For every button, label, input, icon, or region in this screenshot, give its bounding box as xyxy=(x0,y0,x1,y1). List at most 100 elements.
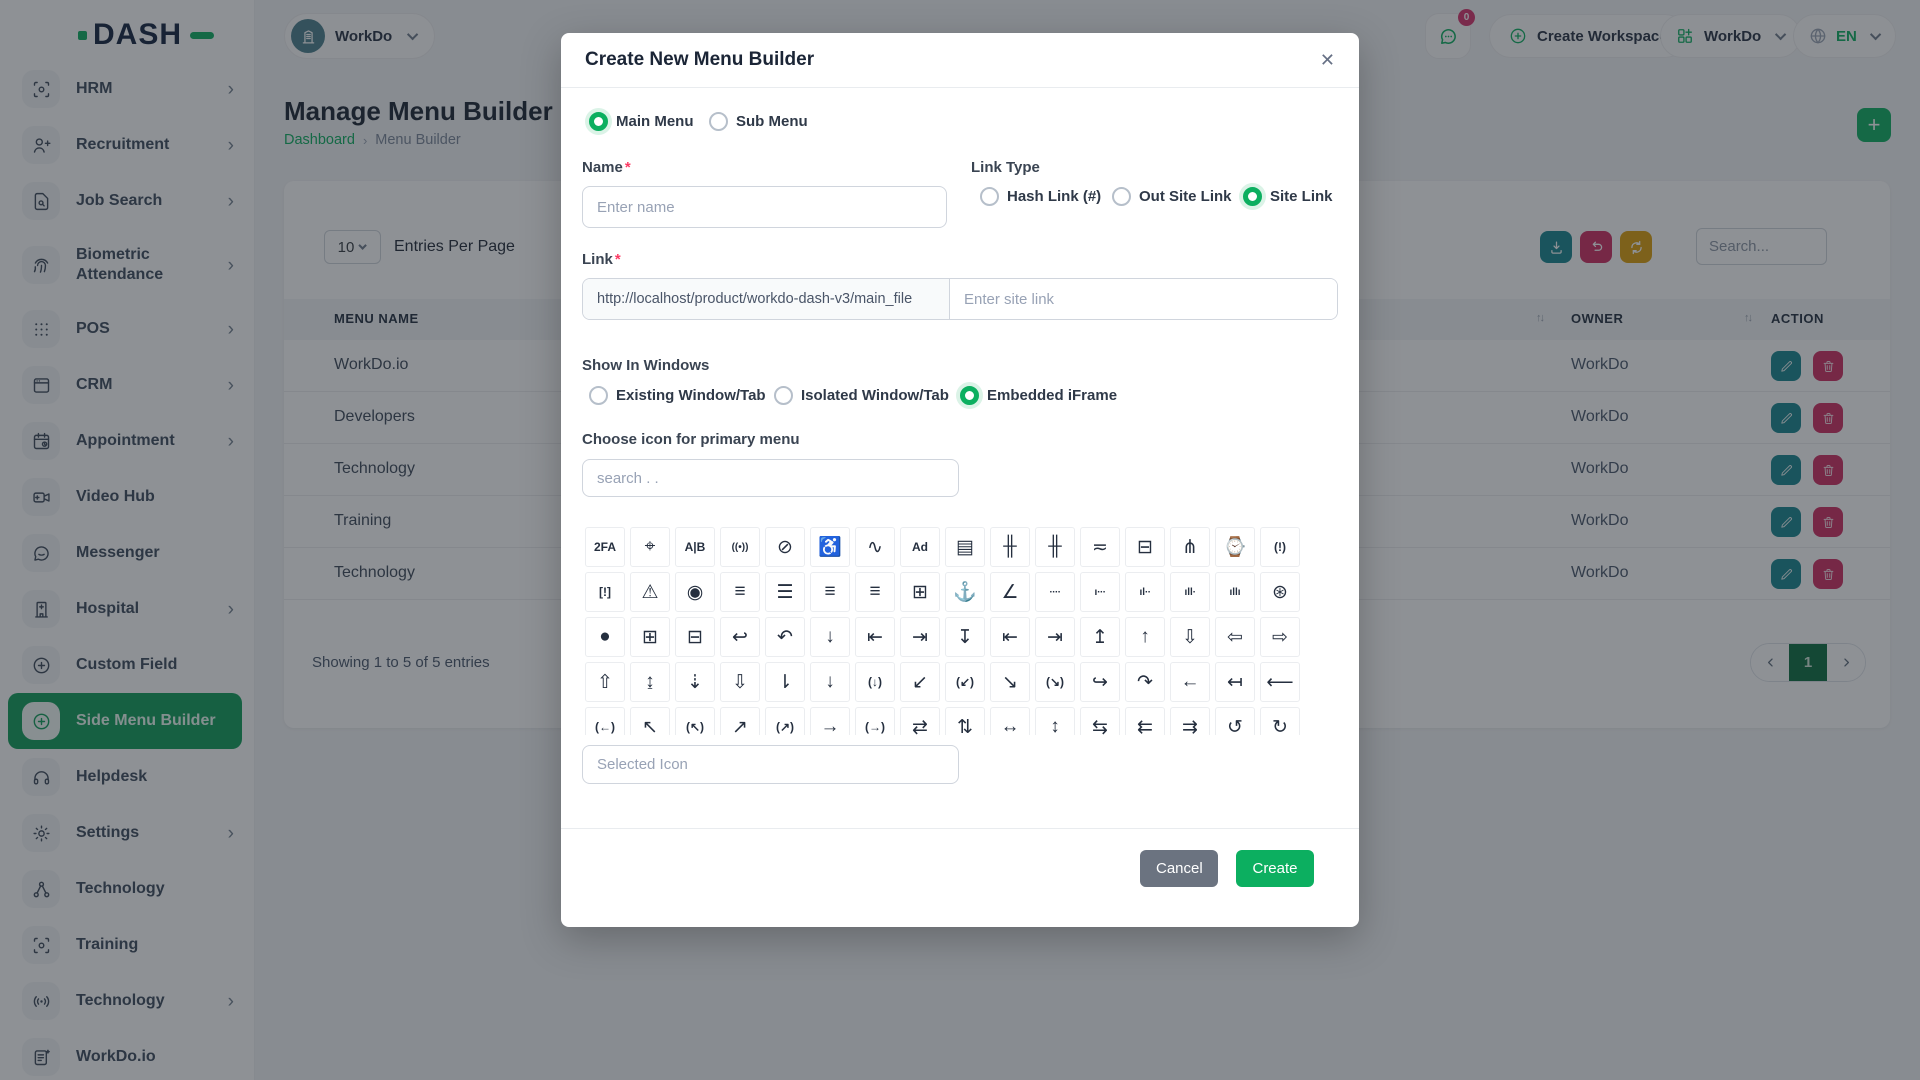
icon-arrow-bottom-square[interactable]: ⇩ xyxy=(720,662,760,702)
icon-affiliate[interactable]: ⋔ xyxy=(1170,527,1210,567)
icon-ad-2[interactable]: ▤ xyxy=(945,527,985,567)
radio-site-link[interactable]: Site Link xyxy=(1243,187,1333,206)
radio-button-icon[interactable] xyxy=(589,386,608,405)
icon-arrow-back-up[interactable]: ↶ xyxy=(765,617,805,657)
icon-align-left[interactable]: ≡ xyxy=(810,572,850,612)
radio-embedded-iframe[interactable]: Embedded iFrame xyxy=(960,386,1117,405)
icon-arrows-exchange-2[interactable]: ⇅ xyxy=(945,707,985,735)
icon-arrows-right[interactable]: ⇉ xyxy=(1170,707,1210,735)
icon-arrow-up-right-circle[interactable]: (↗) xyxy=(765,707,805,735)
icon-search-input[interactable] xyxy=(582,459,959,497)
icon-arrow-bar-right[interactable]: ⇥ xyxy=(900,617,940,657)
icon-antenna-bars-3[interactable]: ıl∙∙ xyxy=(1125,572,1165,612)
icon-alien[interactable]: ◉ xyxy=(675,572,715,612)
radio-out-site-link[interactable]: Out Site Link xyxy=(1112,187,1232,206)
icon-access-point[interactable]: ((•)) xyxy=(720,527,760,567)
icon-antenna-bars-2[interactable]: ı∙∙∙ xyxy=(1080,572,1120,612)
icon-arrow-bar-down[interactable]: ↓ xyxy=(810,617,850,657)
radio-button-icon[interactable] xyxy=(1243,187,1262,206)
icon-arrow-right[interactable]: → xyxy=(810,707,850,735)
icon-alarm[interactable]: ⌚ xyxy=(1215,527,1255,567)
icon-arrow-bar-left[interactable]: ⇤ xyxy=(855,617,895,657)
icon-arrow-left[interactable]: ← xyxy=(1170,662,1210,702)
icon-arrow-down-left[interactable]: ↙ xyxy=(900,662,940,702)
icon-arrows-left-right[interactable]: ⇆ xyxy=(1080,707,1120,735)
icon-angle[interactable]: ∠ xyxy=(990,572,1030,612)
icon-arrow-big-up[interactable]: ⇧ xyxy=(585,662,625,702)
radio-main-menu[interactable]: Main Menu xyxy=(589,112,694,131)
icon-arrow-down-left-circle[interactable]: (↙) xyxy=(945,662,985,702)
icon-apple[interactable]: ● xyxy=(585,617,625,657)
icon-arrow-left-bar[interactable]: ↤ xyxy=(1215,662,1255,702)
icon-archive[interactable]: ⊟ xyxy=(675,617,715,657)
name-input[interactable] xyxy=(582,186,947,228)
icon-arrow-up-left[interactable]: ↖ xyxy=(630,707,670,735)
icon-aerial-lift[interactable]: ⊟ xyxy=(1125,527,1165,567)
selected-icon-input[interactable] xyxy=(582,745,959,784)
icon-arrow-big-down[interactable]: ⇩ xyxy=(1170,617,1210,657)
icon-arrow-bottom-bar[interactable]: ↨ xyxy=(630,662,670,702)
radio-hash-link-[interactable]: Hash Link (#) xyxy=(980,187,1101,206)
icon-antenna-bars-5[interactable]: ıllı xyxy=(1215,572,1255,612)
radio-button-icon[interactable] xyxy=(774,386,793,405)
radio-isolated-window-tab[interactable]: Isolated Window/Tab xyxy=(774,386,949,405)
radio-button-icon[interactable] xyxy=(980,187,999,206)
radio-sub-menu[interactable]: Sub Menu xyxy=(709,112,808,131)
icon-arrow-bottom-circle[interactable]: ⇣ xyxy=(675,662,715,702)
icon-arrow-big-right[interactable]: ⇨ xyxy=(1260,617,1300,657)
create-button[interactable]: Create xyxy=(1236,850,1314,887)
icon-arrow-left-circle[interactable]: ⟵ xyxy=(1260,662,1300,702)
icon-alert-octagon[interactable]: [!] xyxy=(585,572,625,612)
close-icon[interactable]: ✕ xyxy=(1316,48,1339,73)
icon-adjustments[interactable]: ╫ xyxy=(990,527,1030,567)
icon-ad[interactable]: Ad xyxy=(900,527,940,567)
site-link-input[interactable] xyxy=(950,279,1337,319)
icon-arrow-bar-to-down[interactable]: ↧ xyxy=(945,617,985,657)
radio-button-icon[interactable] xyxy=(709,112,728,131)
icon-arrow-big-left[interactable]: ⇦ xyxy=(1215,617,1255,657)
icon-2fa[interactable]: 2FA xyxy=(585,527,625,567)
radio-button-icon[interactable] xyxy=(1112,187,1131,206)
icon-arrow-forward[interactable]: ↪ xyxy=(1080,662,1120,702)
icon-activity[interactable]: ∿ xyxy=(855,527,895,567)
radio-existing-window-tab[interactable]: Existing Window/Tab xyxy=(589,386,766,405)
icon-arrow-up-left-circle[interactable]: (↖) xyxy=(675,707,715,735)
icon-alert-circle[interactable]: (!) xyxy=(1260,527,1300,567)
icon-adjustments-alt[interactable]: ╫ xyxy=(1035,527,1075,567)
icon-arrows-left[interactable]: ⇇ xyxy=(1125,707,1165,735)
icon-align-center[interactable]: ≡ xyxy=(720,572,760,612)
icon-arrow-bar-to-right[interactable]: ⇥ xyxy=(1035,617,1075,657)
cancel-button[interactable]: Cancel xyxy=(1140,850,1218,887)
icon-arrows-horizontal[interactable]: ↔ xyxy=(990,707,1030,735)
icon-arrow-down-circle[interactable]: (↓) xyxy=(855,662,895,702)
radio-button-icon[interactable] xyxy=(589,112,608,131)
icon-align-justified[interactable]: ☰ xyxy=(765,572,805,612)
icon-align-right[interactable]: ≡ xyxy=(855,572,895,612)
icon-antenna-bars-1[interactable]: ∙∙∙∙ xyxy=(1035,572,1075,612)
icon-arrow-rotate-right[interactable]: ↻ xyxy=(1260,707,1300,735)
icon-arrow-bottom-tail[interactable]: ⇂ xyxy=(765,662,805,702)
icon-a-b[interactable]: A|B xyxy=(675,527,715,567)
icon-arrow-down-right[interactable]: ↘ xyxy=(990,662,1030,702)
icon-arrow-right-circle[interactable]: (→) xyxy=(855,707,895,735)
icon-arrow-rotate-left[interactable]: ↺ xyxy=(1215,707,1255,735)
icon-arrows-vertical[interactable]: ↕ xyxy=(1035,707,1075,735)
icon-aperture[interactable]: ⊛ xyxy=(1260,572,1300,612)
icon-arrow-down[interactable]: ↓ xyxy=(810,662,850,702)
icon-anchor[interactable]: ⚓ xyxy=(945,572,985,612)
icon-focus-2[interactable]: ⌖ xyxy=(630,527,670,567)
icon-accessible[interactable]: ♿ xyxy=(810,527,850,567)
icon-arrow-up-right[interactable]: ↗ xyxy=(720,707,760,735)
icon-access-point-off[interactable]: ⊘ xyxy=(765,527,805,567)
icon-arrow-back[interactable]: ↩ xyxy=(720,617,760,657)
radio-button-icon[interactable] xyxy=(960,386,979,405)
icon-adjustments-horizontal[interactable]: ≂ xyxy=(1080,527,1120,567)
icon-arrow-bar-to-left[interactable]: ⇤ xyxy=(990,617,1030,657)
icon-arrow-left-square[interactable]: (←) xyxy=(585,707,625,735)
icon-arrow-bar-to-up[interactable]: ↥ xyxy=(1080,617,1120,657)
icon-ambulance[interactable]: ⊞ xyxy=(900,572,940,612)
icon-apps[interactable]: ⊞ xyxy=(630,617,670,657)
icon-arrow-bar-up[interactable]: ↑ xyxy=(1125,617,1165,657)
icon-alert-triangle[interactable]: ⚠ xyxy=(630,572,670,612)
icon-arrow-forward-up[interactable]: ↷ xyxy=(1125,662,1165,702)
